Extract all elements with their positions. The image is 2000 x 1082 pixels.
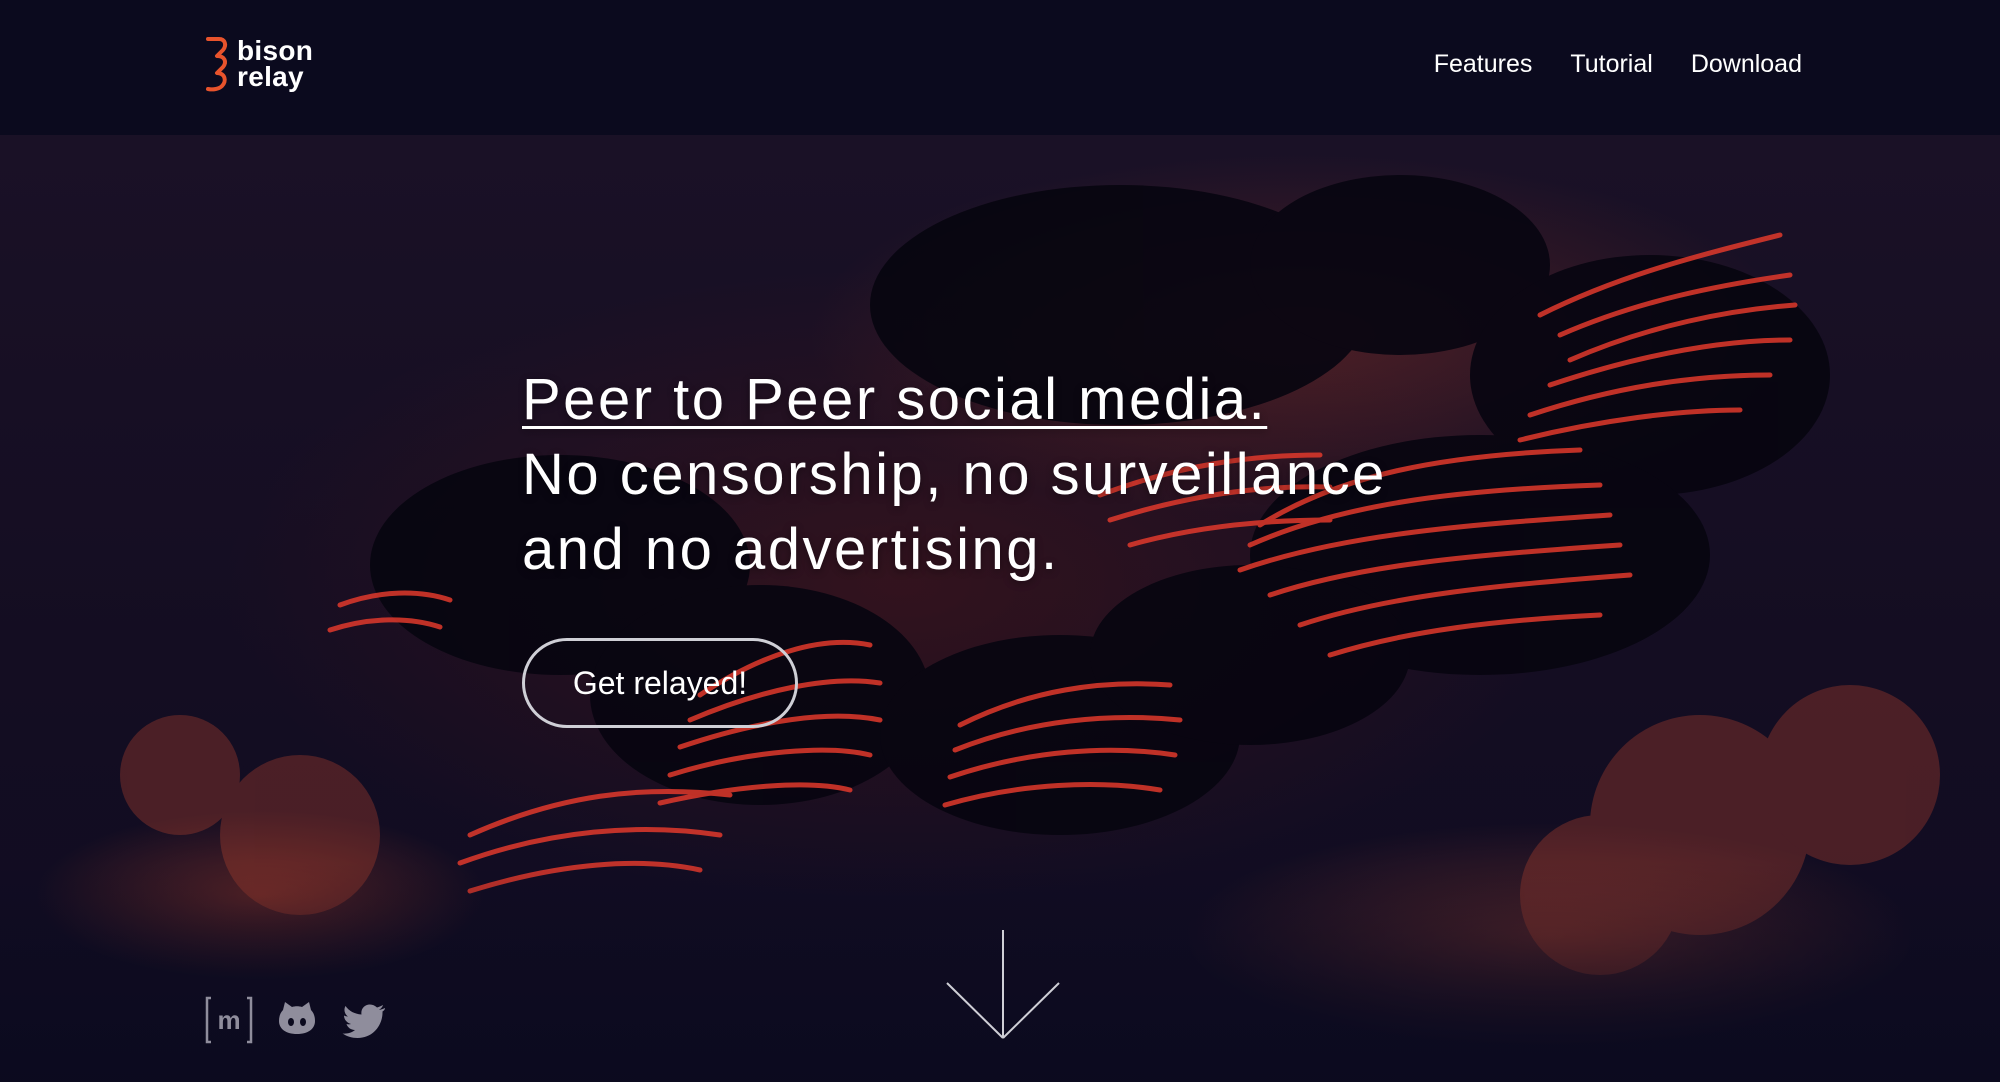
hero-headline-link[interactable]: Peer to Peer social media. bbox=[522, 362, 1387, 437]
github-link[interactable] bbox=[273, 996, 321, 1044]
github-icon bbox=[279, 1002, 315, 1034]
main-nav: Features Tutorial Download bbox=[1434, 46, 1802, 82]
scroll-down-arrow-icon[interactable] bbox=[945, 928, 1061, 1042]
twitter-icon bbox=[342, 1004, 385, 1038]
bison-relay-logo-icon bbox=[206, 37, 228, 92]
nav-tutorial-link[interactable]: Tutorial bbox=[1570, 46, 1652, 82]
landing-page: bison relay Features Tutorial Download P… bbox=[0, 0, 2000, 1082]
twitter-link[interactable] bbox=[341, 996, 389, 1044]
hero-headline-line2: No censorship, no surveillance bbox=[522, 442, 1387, 507]
hero-headline-line3: and no advertising. bbox=[522, 517, 1060, 582]
nav-features-link[interactable]: Features bbox=[1434, 46, 1533, 82]
hero-headline: Peer to Peer social media. No censorship… bbox=[522, 362, 1387, 587]
nav-download-link[interactable]: Download bbox=[1691, 46, 1802, 82]
matrix-link[interactable]: m bbox=[205, 996, 253, 1044]
brand-logo[interactable]: bison relay bbox=[205, 36, 313, 92]
matrix-icon: m bbox=[205, 996, 253, 1044]
get-relayed-button[interactable]: Get relayed! bbox=[522, 638, 798, 728]
hero-section: Peer to Peer social media. No censorship… bbox=[522, 362, 1387, 728]
site-header: bison relay Features Tutorial Download bbox=[0, 0, 2000, 135]
svg-text:m: m bbox=[217, 1005, 240, 1035]
brand-name-line2: relay bbox=[237, 61, 304, 92]
brand-name: bison relay bbox=[237, 37, 313, 92]
social-links: m bbox=[205, 996, 389, 1044]
